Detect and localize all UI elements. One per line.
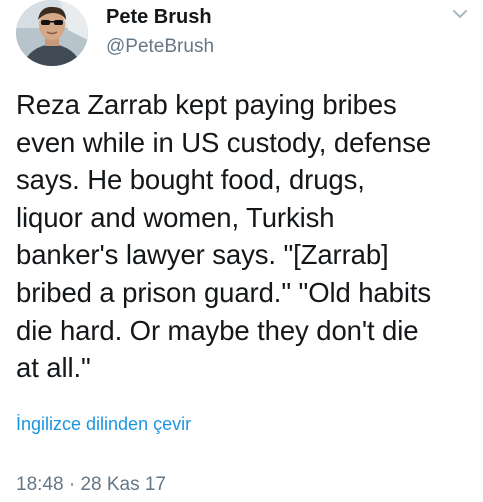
display-name[interactable]: Pete Brush bbox=[106, 6, 214, 28]
user-handle[interactable]: @PeteBrush bbox=[106, 35, 214, 59]
tweet-time: 18:48 bbox=[16, 474, 64, 495]
timestamp-separator: · bbox=[63, 474, 81, 495]
tweet-date: 28 Kas 17 bbox=[80, 474, 167, 495]
chevron-down-icon[interactable] bbox=[450, 6, 470, 22]
tweet-text: Reza Zarrab kept paying bribes even whil… bbox=[16, 89, 432, 384]
avatar-photo bbox=[16, 0, 88, 66]
avatar[interactable] bbox=[16, 0, 88, 66]
translate-link[interactable]: İngilizce dilinden çevir bbox=[16, 414, 191, 435]
user-info: Pete Brush @PeteBrush bbox=[106, 6, 214, 59]
tweet-timestamp[interactable]: 18:48 · 28 Kas 17 bbox=[16, 474, 166, 496]
tweet: Pete Brush @PeteBrush Reza Zarrab kept p… bbox=[0, 0, 483, 502]
